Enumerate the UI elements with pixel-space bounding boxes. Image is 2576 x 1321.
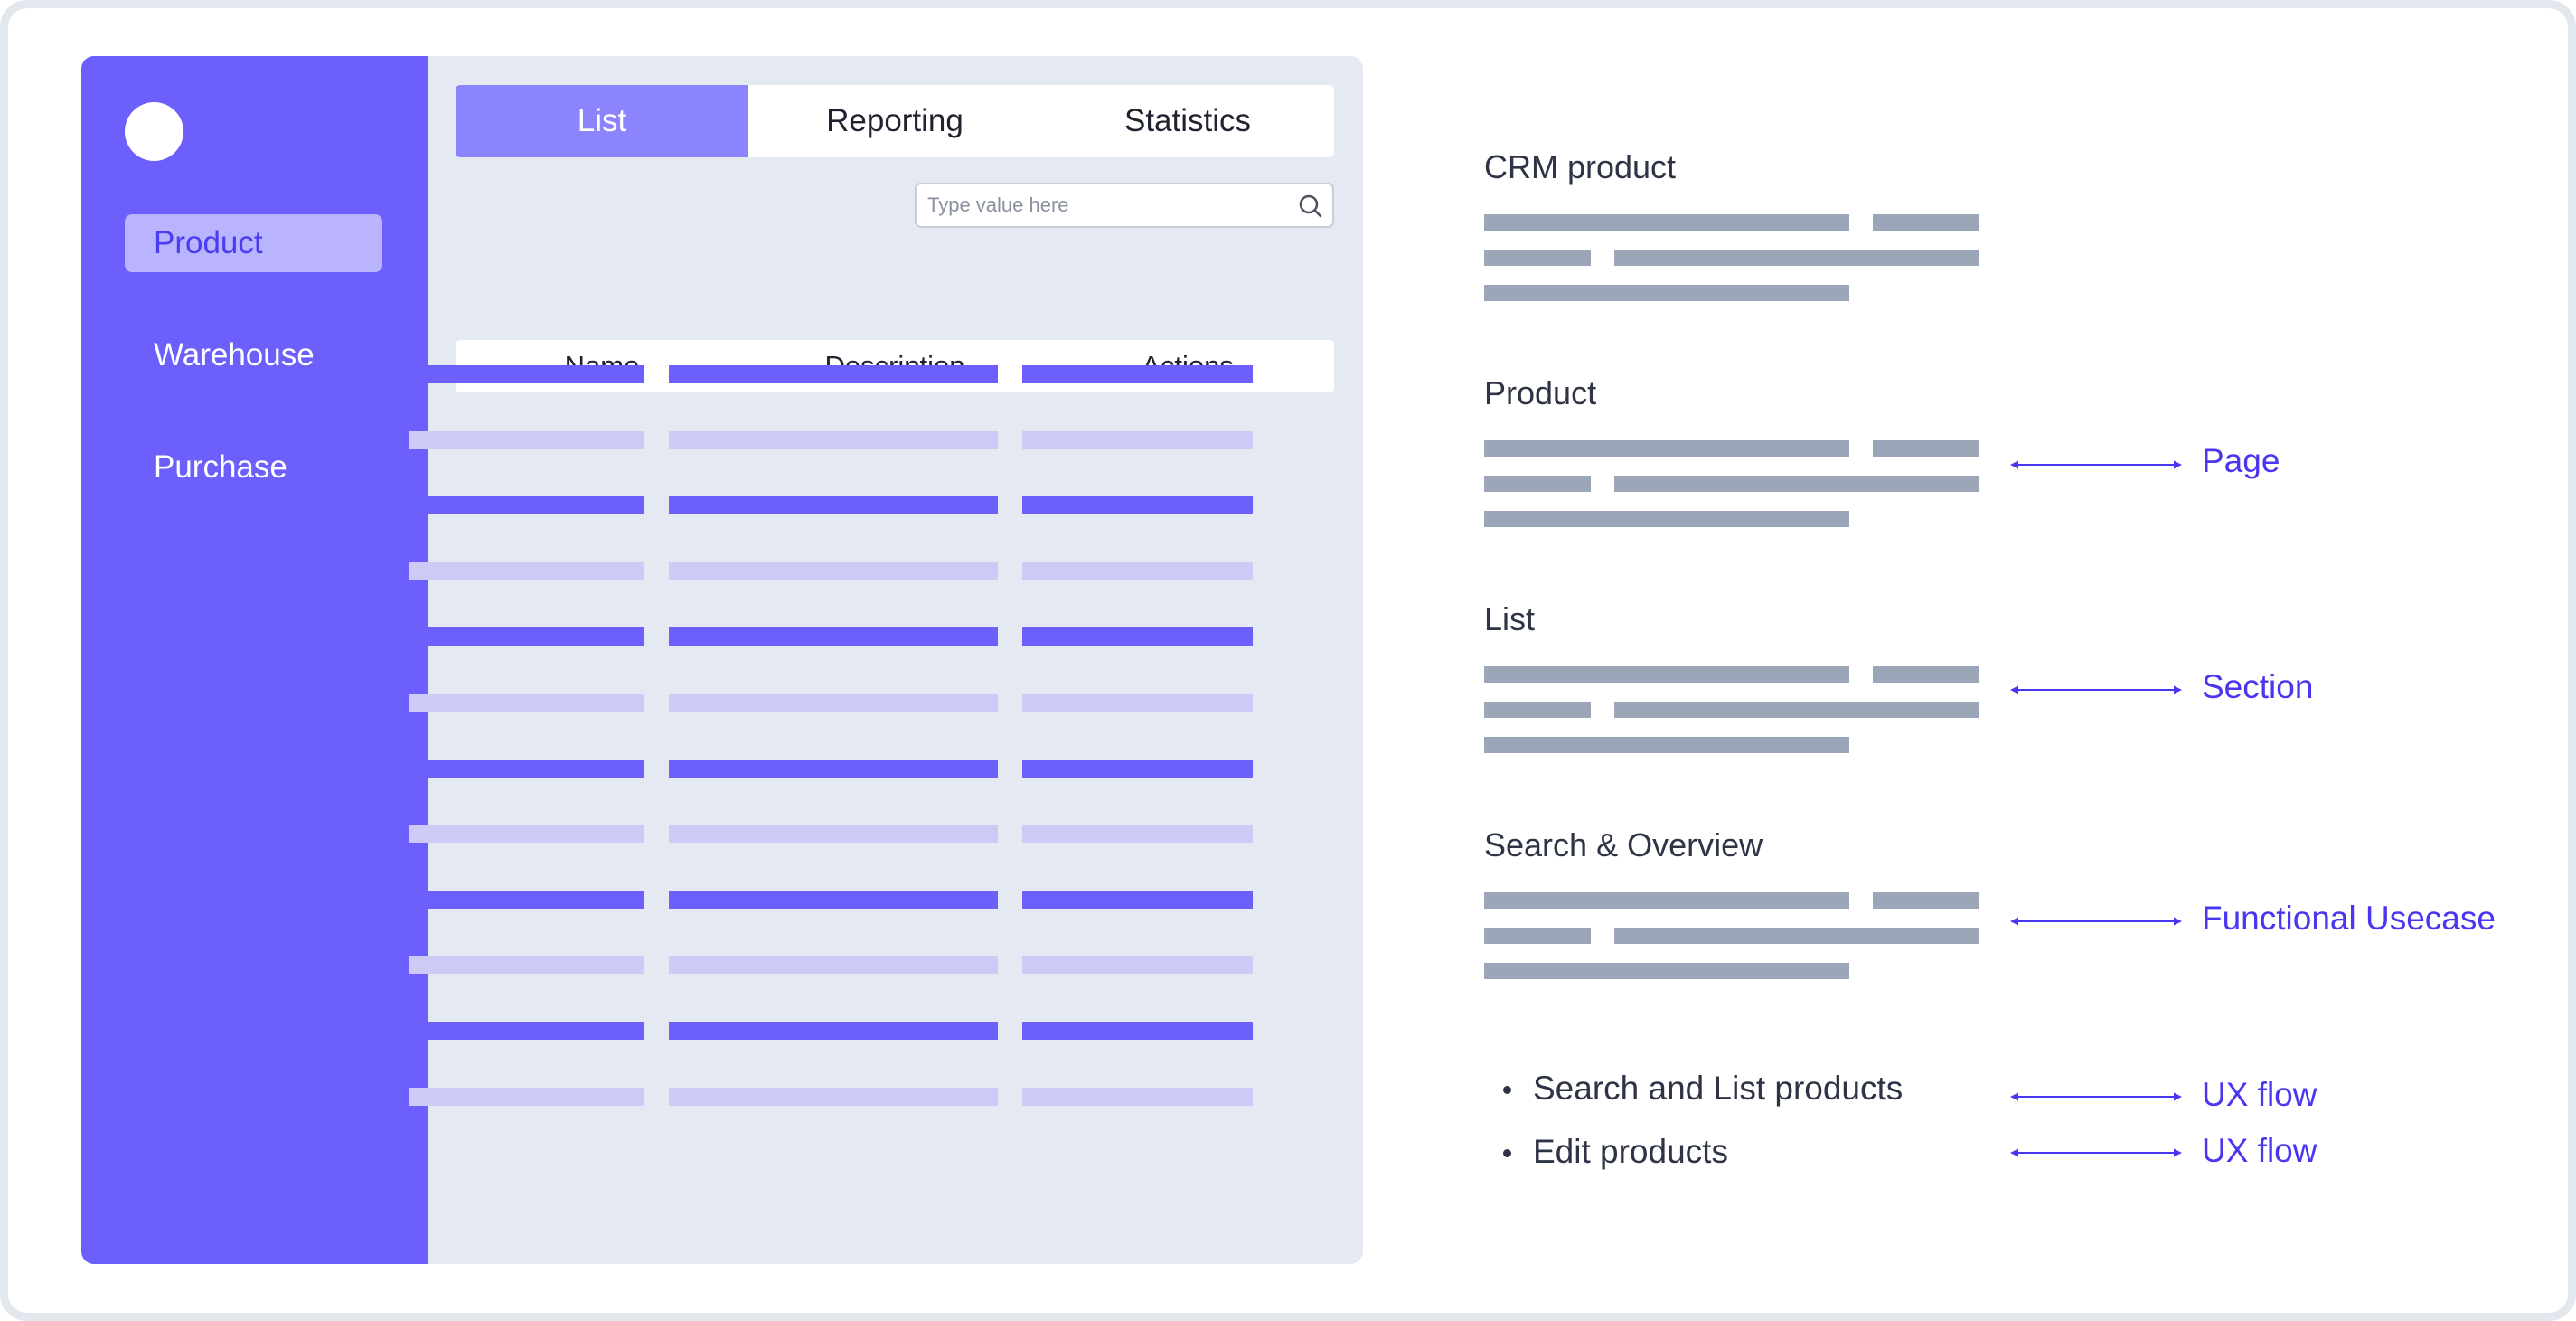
table-cell-placeholder (409, 825, 644, 844)
level-title-product-area: CRM product (1484, 148, 1677, 185)
text-placeholder-bar (1484, 250, 1591, 266)
text-placeholder-bar (1873, 214, 1979, 231)
text-placeholder-bar (1484, 892, 1849, 909)
annotation-section: Section (2202, 668, 2314, 705)
app-mockup: Product Warehouse Purchase List Reportin… (81, 56, 1363, 1264)
tab-statistics[interactable]: Statistics (1041, 85, 1334, 157)
text-placeholder-bar (1484, 702, 1591, 718)
table-cell-placeholder (669, 627, 998, 646)
table-cell-placeholder (669, 825, 998, 844)
flow-item-search-list: Search and List products (1533, 1070, 1904, 1107)
sidebar-item-product[interactable]: Product (125, 214, 382, 272)
table-cell-placeholder (669, 1087, 998, 1106)
sidebar: Product Warehouse Purchase (81, 56, 428, 1264)
arrow-left-icon (2010, 917, 2182, 926)
table-cell-placeholder (669, 430, 998, 449)
text-placeholder-bar (1614, 476, 1979, 492)
bullet-dot (1503, 1149, 1511, 1157)
table-cell-placeholder (409, 759, 644, 778)
table-cell-placeholder (1022, 759, 1253, 778)
text-placeholder-bar (1484, 285, 1849, 301)
table-cell-placeholder (1022, 496, 1253, 515)
tab-reporting[interactable]: Reporting (748, 85, 1041, 157)
text-placeholder-bar (1614, 250, 1979, 266)
table-cell-placeholder (409, 561, 644, 580)
table-cell-placeholder (1022, 1087, 1253, 1106)
table-cell-placeholder (409, 1022, 644, 1040)
table-cell-placeholder (669, 956, 998, 975)
text-placeholder-bar (1614, 702, 1979, 718)
table-cell-placeholder (1022, 694, 1253, 712)
table-cell-placeholder (1022, 825, 1253, 844)
arrow-left-icon (2010, 685, 2182, 694)
table-cell-placeholder (409, 890, 644, 909)
text-placeholder-bar (1484, 666, 1849, 683)
level-title-functional-usecase: Search & Overview (1484, 826, 1763, 863)
table-cell-placeholder (669, 694, 998, 712)
table-cell-placeholder (1022, 890, 1253, 909)
text-placeholder-bar (1484, 963, 1849, 979)
table-cell-placeholder (1022, 561, 1253, 580)
table-cell-placeholder (669, 890, 998, 909)
bullet-dot (1503, 1086, 1511, 1094)
table-cell-placeholder (669, 1022, 998, 1040)
level-title-page: Product (1484, 374, 1597, 411)
text-placeholder-bar (1484, 440, 1849, 457)
text-placeholder-bar (1484, 214, 1849, 231)
text-placeholder-bar (1484, 476, 1591, 492)
table-cell-placeholder (669, 365, 998, 383)
table-cell-placeholder (1022, 1022, 1253, 1040)
text-placeholder-bar (1484, 737, 1849, 753)
text-placeholder-bar (1873, 666, 1979, 683)
tab-bar: List Reporting Statistics (456, 85, 1334, 157)
table-cell-placeholder (409, 365, 644, 383)
table-cell-placeholder (669, 759, 998, 778)
table-cell-placeholder (409, 956, 644, 975)
table-cell-placeholder (409, 627, 644, 646)
arrow-left-icon (2010, 460, 2182, 469)
annotation-ux-flow: UX flow (2202, 1076, 2317, 1113)
table-cell-placeholder (1022, 956, 1253, 975)
tab-list[interactable]: List (456, 85, 748, 157)
arrow-left-icon (2010, 1148, 2182, 1157)
annotation-page: Page (2202, 442, 2280, 479)
text-placeholder-bar (1614, 928, 1979, 944)
avatar[interactable] (125, 102, 183, 161)
search-input[interactable]: Type value here (915, 183, 1334, 228)
table-cell-placeholder (409, 694, 644, 712)
table-cell-placeholder (669, 561, 998, 580)
text-placeholder-bar (1484, 511, 1849, 527)
table-cell-placeholder (1022, 365, 1253, 383)
sidebar-item-purchase[interactable]: Purchase (125, 439, 382, 496)
annotation-ux-flow: UX flow (2202, 1132, 2317, 1169)
arrow-left-icon (2010, 1092, 2182, 1101)
text-placeholder-bar (1873, 892, 1979, 909)
search-icon[interactable] (1298, 193, 1323, 219)
table-cell-placeholder (669, 496, 998, 515)
table-cell-placeholder (409, 496, 644, 515)
search-placeholder: Type value here (927, 193, 1069, 216)
flow-item-edit: Edit products (1533, 1133, 1728, 1170)
annotation-functional-usecase: Functional Usecase (2202, 900, 2496, 937)
text-placeholder-bar (1484, 928, 1591, 944)
text-placeholder-bar (1873, 440, 1979, 457)
table-cell-placeholder (1022, 430, 1253, 449)
table-cell-placeholder (409, 1087, 644, 1106)
level-title-section: List (1484, 600, 1536, 637)
table-cell-placeholder (1022, 627, 1253, 646)
table-cell-placeholder (409, 430, 644, 449)
sidebar-item-warehouse[interactable]: Warehouse (125, 326, 382, 384)
